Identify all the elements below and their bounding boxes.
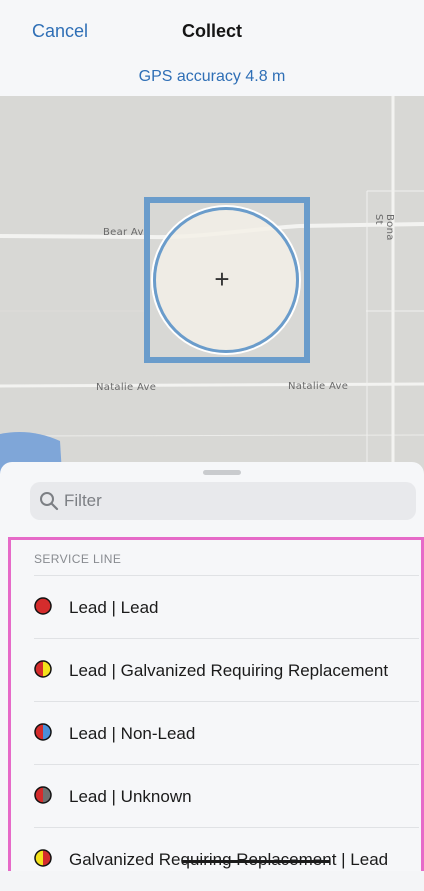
search-icon <box>40 492 59 511</box>
list-item-label: Lead | Unknown <box>69 787 192 806</box>
service-line-half-circle-icon <box>34 597 52 615</box>
service-line-half-circle-icon <box>34 786 52 804</box>
gps-accuracy[interactable]: GPS accuracy 4.8 m <box>0 58 424 97</box>
page-title: Collect <box>181 21 242 41</box>
strikethrough-annotation <box>182 860 330 863</box>
crosshair-icon: + <box>214 264 230 294</box>
street-label-bear: Bear Av <box>103 227 144 238</box>
street-label-natalie-left: Natalie Ave <box>96 382 157 393</box>
list-item[interactable]: Lead | Unknown <box>34 764 419 828</box>
nav-bar: Cancel Collect <box>0 0 424 59</box>
list-item[interactable]: Lead | Non-Lead <box>34 701 419 765</box>
street-label-bona: Bona St <box>373 214 395 241</box>
list-item[interactable]: Lead | Lead <box>34 575 419 639</box>
service-line-list: SERVICE LINE Lead | Lead Lead | Galvaniz… <box>8 537 424 871</box>
list-item[interactable]: Galvanized Requiring Replacement | Lead <box>34 827 419 891</box>
service-line-half-circle-icon <box>34 660 52 678</box>
filter-input[interactable]: Filter <box>30 482 416 520</box>
list-item-label: Lead | Lead <box>69 598 159 617</box>
list-item-label: Lead | Galvanized Requiring Replacement <box>69 661 389 680</box>
service-line-half-circle-icon <box>34 849 52 867</box>
sheet-grabber[interactable] <box>203 470 241 475</box>
list-item[interactable]: Lead | Galvanized Requiring Replacement <box>34 638 419 702</box>
service-line-half-circle-icon <box>34 723 52 741</box>
street-label-natalie-right: Natalie Ave <box>288 381 349 392</box>
filter-placeholder: Filter <box>64 491 102 510</box>
section-header: SERVICE LINE <box>34 552 122 566</box>
list-item-label: Lead | Non-Lead <box>69 724 196 743</box>
